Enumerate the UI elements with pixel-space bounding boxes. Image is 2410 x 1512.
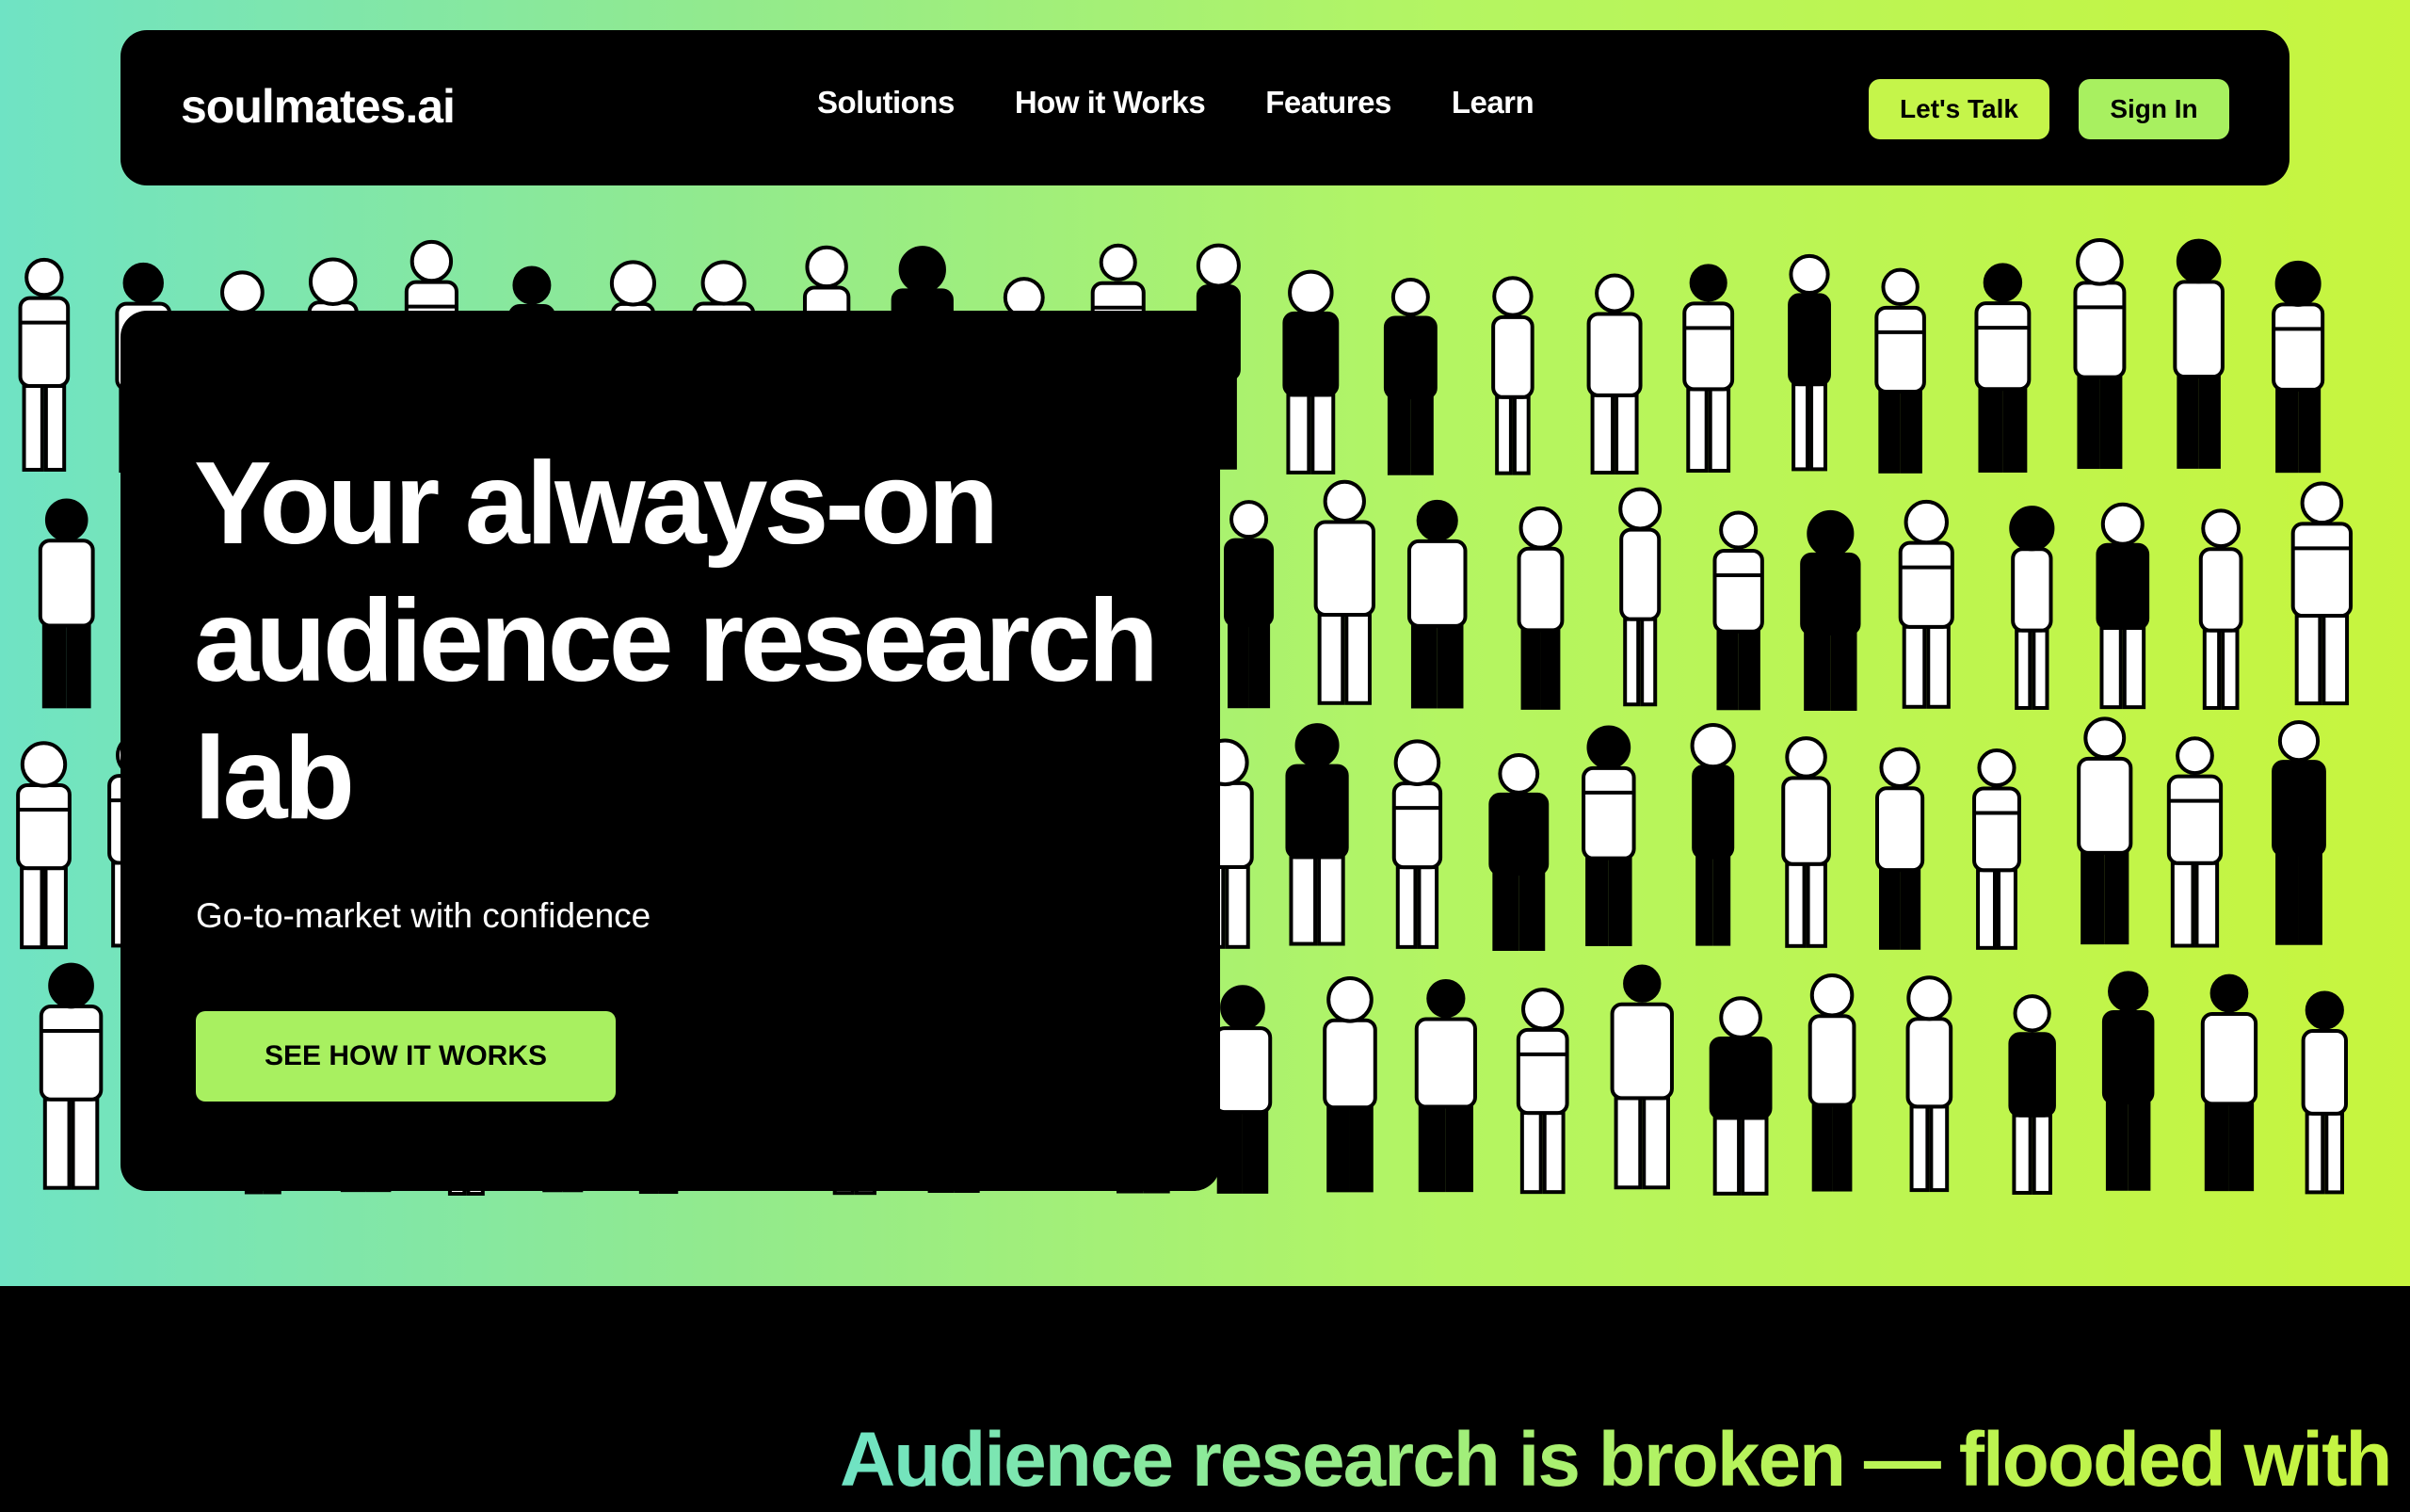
doodle-person — [2290, 481, 2354, 706]
doodle-person — [1874, 747, 1925, 950]
doodle-person — [1516, 988, 1569, 1195]
doodle-person — [1874, 267, 1926, 474]
doodle-person — [1491, 276, 1534, 475]
doodle-person — [1618, 487, 1663, 707]
doodle-person — [1406, 499, 1468, 709]
nav-links: Solutions How it Works Features Learn — [817, 85, 1534, 121]
doodle-person — [1323, 976, 1377, 1193]
doodle-person — [1788, 253, 1831, 472]
doodle-person — [1488, 753, 1550, 951]
doodle-person — [2009, 506, 2055, 710]
doodle-person — [1808, 973, 1856, 1192]
brand-logo[interactable]: soulmates.ai — [181, 79, 456, 134]
doodle-person — [1898, 499, 1954, 709]
nav-learn[interactable]: Learn — [1452, 85, 1534, 121]
doodle-person — [2008, 994, 2056, 1195]
doodle-person — [1313, 479, 1375, 705]
doodle-person — [2301, 990, 2348, 1195]
problem-section: Audience research is broken — flooded wi… — [0, 1286, 2410, 1506]
doodle-person — [1224, 500, 1275, 709]
doodle-person — [2073, 238, 2127, 470]
section-headline: Audience research is broken — flooded wi… — [840, 1408, 2410, 1512]
nav-how-it-works[interactable]: How it Works — [1015, 85, 1206, 121]
doodle-person — [1586, 273, 1643, 475]
doodle-person — [1582, 725, 1636, 946]
doodle-person — [39, 962, 104, 1190]
nav-solutions[interactable]: Solutions — [817, 85, 955, 121]
doodle-person — [1800, 509, 1861, 711]
doodle-person — [2272, 260, 2325, 474]
see-how-it-works-button[interactable]: SEE HOW IT WORKS — [196, 1011, 616, 1102]
doodle-person — [1781, 736, 1831, 948]
doodle-person — [38, 498, 95, 709]
doodle-person — [1213, 985, 1273, 1194]
doodle-person — [2198, 508, 2243, 710]
doodle-person — [2272, 719, 2326, 945]
doodle-person — [1682, 264, 1735, 474]
hero-section: soulmates.ai Solutions How it Works Feat… — [0, 0, 2410, 1286]
top-navbar: soulmates.ai Solutions How it Works Feat… — [120, 30, 2290, 185]
doodle-person — [16, 741, 72, 950]
doodle-person — [1383, 278, 1438, 475]
doodle-person — [2096, 502, 2150, 710]
doodle-person — [1391, 739, 1443, 949]
doodle-person — [1712, 510, 1764, 711]
lets-talk-button[interactable]: Let's Talk — [1869, 79, 2049, 139]
hero-title: Your always-on audience research lab — [194, 439, 1159, 844]
doodle-person — [1282, 269, 1340, 475]
doodle-person — [2101, 971, 2155, 1191]
doodle-person — [1610, 964, 1674, 1190]
hero-subtitle: Go-to-market with confidence — [196, 896, 651, 935]
doodle-person — [2173, 238, 2225, 469]
doodle-person — [1974, 263, 2032, 473]
doodle-person — [1972, 748, 2021, 950]
doodle-person — [18, 257, 71, 472]
doodle-person — [1690, 722, 1736, 946]
doodle-person — [1414, 978, 1477, 1193]
doodle-person — [1285, 723, 1349, 946]
doodle-person — [1709, 996, 1773, 1196]
doodle-person — [2200, 973, 2258, 1192]
doodle-person — [1905, 975, 1953, 1193]
doodle-person — [1517, 506, 1565, 710]
sign-in-button[interactable]: Sign In — [2079, 79, 2229, 139]
doodle-person — [2077, 716, 2133, 945]
doodle-person — [2166, 736, 2224, 948]
hero-card: Your always-on audience research lab Go-… — [120, 311, 1220, 1191]
nav-features[interactable]: Features — [1265, 85, 1391, 121]
